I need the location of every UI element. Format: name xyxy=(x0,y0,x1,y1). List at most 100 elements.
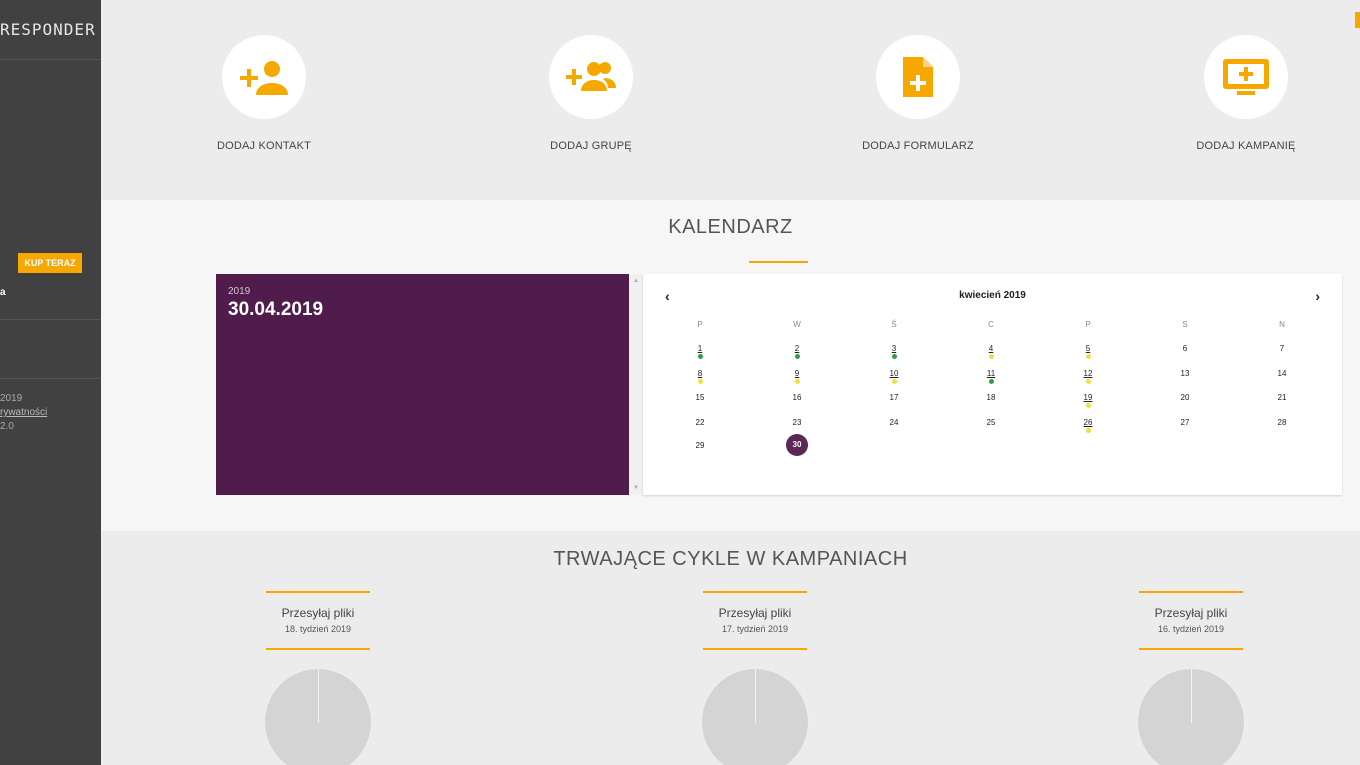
day-number: 9 xyxy=(794,369,800,378)
add-group-action[interactable]: DODAJ GRUPĘ xyxy=(511,35,671,152)
cycle-name: Przesyłaj pliki xyxy=(718,606,792,620)
day-number: 12 xyxy=(1083,369,1093,378)
weekday-header: P xyxy=(1085,320,1091,329)
calendar-day[interactable]: 6 xyxy=(1173,344,1197,353)
calendar-day[interactable]: 25 xyxy=(979,418,1003,427)
day-number: 17 xyxy=(889,393,899,402)
sidebar: RESPONDER KUP TERAZ a 2019 rywatności 2.… xyxy=(0,0,101,765)
calendar-day[interactable]: 28 xyxy=(1270,418,1294,427)
calendar-day[interactable]: 11 xyxy=(979,369,1003,384)
calendar-day[interactable]: 23 xyxy=(785,418,809,427)
day-number: 3 xyxy=(891,344,897,353)
add-form-action[interactable]: DODAJ FORMULARZ xyxy=(838,35,998,152)
calendar-day[interactable]: 7 xyxy=(1270,344,1294,353)
selected-date-panel: 2019 30.04.2019 xyxy=(216,274,629,495)
calendar-day[interactable]: 13 xyxy=(1173,369,1197,378)
footer-year: 2019 xyxy=(0,393,23,404)
cycle-card[interactable]: Przesyłaj pliki 16. tydzień 2019 xyxy=(1139,591,1243,650)
calendar-day[interactable]: 8 xyxy=(688,369,712,384)
day-number: 13 xyxy=(1180,369,1190,378)
cycles-title: TRWAJĄCE CYKLE W KAMPANIACH xyxy=(553,548,908,570)
day-number: 18 xyxy=(986,393,996,402)
calendar-day[interactable]: 20 xyxy=(1173,393,1197,402)
calendar-day[interactable]: 15 xyxy=(688,393,712,402)
cycle-card[interactable]: Przesyłaj pliki 18. tydzień 2019 xyxy=(266,591,370,650)
panel-scrollbar[interactable]: ▲ ▼ xyxy=(629,274,643,495)
calendar-day[interactable]: 26 xyxy=(1076,418,1100,433)
calendar-day[interactable]: 27 xyxy=(1173,418,1197,427)
corner-marker xyxy=(1355,12,1360,28)
add-form-icon[interactable] xyxy=(876,35,960,119)
calendar-day[interactable]: 12 xyxy=(1076,369,1100,384)
brand-logo[interactable]: RESPONDER xyxy=(0,20,101,39)
buy-now-button[interactable]: KUP TERAZ xyxy=(18,253,82,273)
cycle-line xyxy=(1139,591,1243,593)
cycle-week: 16. tydzień 2019 xyxy=(1157,624,1225,634)
calendar-day[interactable]: 1 xyxy=(688,344,712,359)
add-campaign-icon[interactable] xyxy=(1204,35,1288,119)
day-number: 26 xyxy=(1083,418,1093,427)
scroll-down-icon[interactable]: ▼ xyxy=(633,485,639,491)
day-number: 20 xyxy=(1180,393,1190,402)
event-dot xyxy=(1085,428,1091,433)
add-campaign-label: DODAJ KAMPANIĘ xyxy=(1196,140,1296,152)
cycle-week: 18. tydzień 2019 xyxy=(284,624,352,634)
month-label: kwiecień 2019 xyxy=(959,290,1026,301)
event-dot xyxy=(1085,354,1091,359)
calendar-day[interactable]: 17 xyxy=(882,393,906,402)
sidebar-divider xyxy=(0,378,101,379)
add-contact-icon[interactable] xyxy=(222,35,306,119)
calendar-day[interactable]: 18 xyxy=(979,393,1003,402)
event-dot xyxy=(794,354,800,359)
calendar-day[interactable]: 19 xyxy=(1076,393,1100,408)
event-dot xyxy=(1085,403,1091,408)
event-dot xyxy=(697,379,703,384)
calendar-day[interactable]: 2 xyxy=(785,344,809,359)
day-number: 27 xyxy=(1180,418,1190,427)
event-dot xyxy=(891,354,897,359)
cycle-card[interactable]: Przesyłaj pliki 17. tydzień 2019 xyxy=(703,591,807,650)
calendar-day[interactable]: 14 xyxy=(1270,369,1294,378)
day-number: 6 xyxy=(1182,344,1188,353)
calendar-day[interactable]: 10 xyxy=(882,369,906,384)
cycle-line xyxy=(703,648,807,650)
sidebar-divider xyxy=(0,319,101,320)
selected-date: 30.04.2019 xyxy=(228,299,324,320)
day-number: 7 xyxy=(1279,344,1285,353)
event-dot xyxy=(1085,379,1091,384)
calendar-day[interactable]: 16 xyxy=(785,393,809,402)
day-number: 24 xyxy=(889,418,899,427)
calendar-day-selected[interactable]: 30 xyxy=(786,434,808,456)
weekday-header: P xyxy=(697,320,703,329)
cycle-name: Przesyłaj pliki xyxy=(1154,606,1228,620)
calendar-day[interactable]: 9 xyxy=(785,369,809,384)
title-underline xyxy=(749,261,808,263)
calendar-day[interactable]: 3 xyxy=(882,344,906,359)
day-number: 29 xyxy=(695,441,705,450)
calendar-day[interactable]: 24 xyxy=(882,418,906,427)
cycle-name: Przesyłaj pliki xyxy=(281,606,355,620)
month-calendar: ‹ kwiecień 2019 › P W Ś C P S N 1 2 3 4 5 6 7 8 9 10 11 12… xyxy=(643,274,1342,495)
cycles-section: TRWAJĄCE CYKLE W KAMPANIACH Przesyłaj pl… xyxy=(101,531,1360,765)
day-number: 5 xyxy=(1085,344,1091,353)
brand-text: RESPONDER xyxy=(0,20,96,39)
add-group-icon[interactable] xyxy=(549,35,633,119)
next-month-button[interactable]: › xyxy=(1315,288,1320,304)
add-campaign-action[interactable]: DODAJ KAMPANIĘ xyxy=(1166,35,1326,152)
cycle-line xyxy=(266,591,370,593)
day-number: 2 xyxy=(794,344,800,353)
weekday-header: Ś xyxy=(891,320,897,329)
weekday-header: N xyxy=(1279,320,1285,329)
calendar-day[interactable]: 22 xyxy=(688,418,712,427)
calendar-day[interactable]: 29 xyxy=(688,441,712,450)
add-contact-action[interactable]: DODAJ KONTAKT xyxy=(184,35,344,152)
calendar-day[interactable]: 21 xyxy=(1270,393,1294,402)
add-contact-label: DODAJ KONTAKT xyxy=(216,140,312,152)
day-number: 8 xyxy=(697,369,703,378)
scroll-up-icon[interactable]: ▲ xyxy=(633,278,639,284)
day-number: 21 xyxy=(1277,393,1287,402)
app-version: 2.0 xyxy=(0,421,14,432)
calendar-day[interactable]: 5 xyxy=(1076,344,1100,359)
privacy-policy-link[interactable]: rywatności xyxy=(0,406,47,420)
calendar-day[interactable]: 4 xyxy=(979,344,1003,359)
